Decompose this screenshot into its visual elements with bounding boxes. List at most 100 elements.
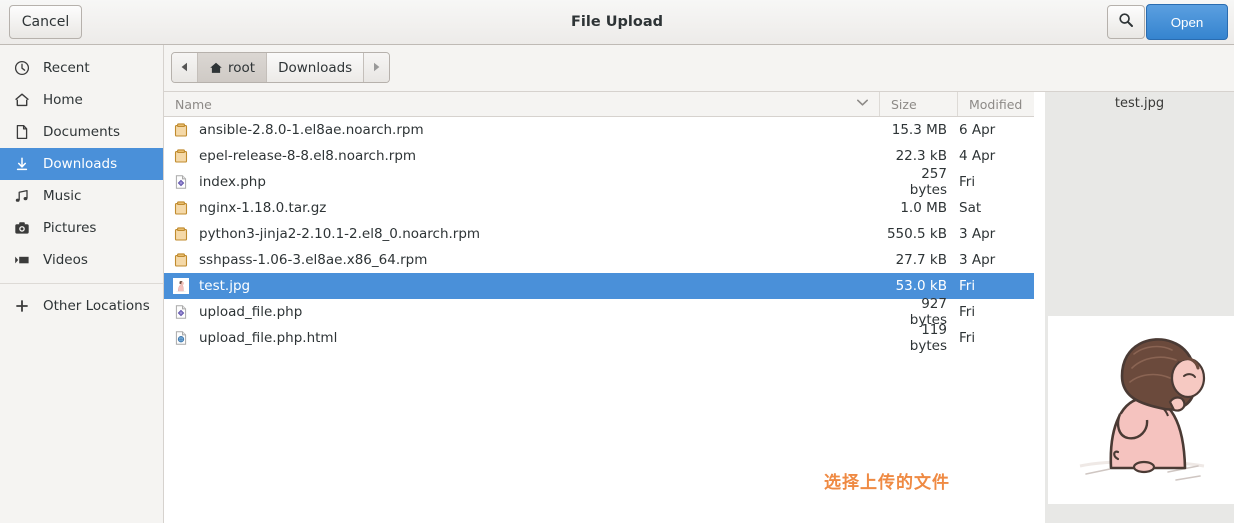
image-thumbnail-icon <box>173 278 189 294</box>
camera-icon <box>14 220 36 236</box>
package-icon <box>173 148 189 164</box>
file-modified-cell: Fri <box>959 304 976 320</box>
triangle-left-icon <box>180 60 189 76</box>
preview-filename: test.jpg <box>1114 96 1165 111</box>
column-header-name-label: Name <box>175 96 212 112</box>
breadcrumb-item-label: Downloads <box>278 59 353 76</box>
breadcrumb-item-label: root <box>228 59 256 76</box>
php-file-icon <box>173 174 189 190</box>
chevron-down-icon <box>857 99 868 109</box>
file-size-cell: 1.0 MB <box>900 200 947 216</box>
sidebar-item-downloads[interactable]: Downloads <box>0 148 163 180</box>
clock-icon <box>14 60 36 76</box>
sidebar-places-list: Recent Home Documents Downloads Music Pi… <box>0 45 163 322</box>
sidebar-item-label: Videos <box>43 252 88 268</box>
sidebar-item-music[interactable]: Music <box>0 180 163 212</box>
table-row[interactable]: upload_file.php.html 119 bytes Fri <box>164 322 1034 354</box>
package-icon <box>173 226 189 242</box>
sidebar: Recent Home Documents Downloads Music Pi… <box>0 45 164 523</box>
page-title: File Upload <box>571 14 663 30</box>
file-name-cell: sshpass-1.06-3.el8ae.x86_64.rpm <box>164 252 880 268</box>
file-name-cell: epel-release-8-8.el8.noarch.rpm <box>164 148 880 164</box>
table-row[interactable]: python3-jinja2-2.10.1-2.el8_0.noarch.rpm… <box>164 221 1034 247</box>
search-button[interactable] <box>1107 5 1145 39</box>
breadcrumb-back-button[interactable] <box>172 53 198 82</box>
sidebar-item-videos[interactable]: Videos <box>0 244 163 276</box>
file-name-label: test.jpg <box>199 278 251 294</box>
sidebar-item-label: Music <box>43 188 82 204</box>
file-name-cell: test.jpg <box>164 278 880 294</box>
column-header-modified-label: Modified <box>969 96 1023 112</box>
table-row[interactable]: ansible-2.8.0-1.el8ae.noarch.rpm 15.3 MB… <box>164 117 1034 143</box>
package-icon <box>173 252 189 268</box>
download-icon <box>14 156 36 172</box>
file-size-cell: 550.5 kB <box>886 226 947 242</box>
table-row[interactable]: nginx-1.18.0.tar.gz 1.0 MB Sat <box>164 195 1034 221</box>
file-name-label: sshpass-1.06-3.el8ae.x86_64.rpm <box>199 252 428 268</box>
sidebar-item-pictures[interactable]: Pictures <box>0 212 163 244</box>
file-name-label: epel-release-8-8.el8.noarch.rpm <box>199 148 417 164</box>
file-name-cell: upload_file.php.html <box>164 330 880 346</box>
cancel-button[interactable]: Cancel <box>9 5 82 39</box>
breadcrumb-item-downloads[interactable]: Downloads <box>267 53 365 82</box>
table-row[interactable]: sshpass-1.06-3.el8ae.x86_64.rpm 27.7 kB … <box>164 247 1034 273</box>
file-size-cell: 22.3 kB <box>895 148 947 164</box>
sidebar-item-recent[interactable]: Recent <box>0 52 163 84</box>
column-header-size[interactable]: Size <box>880 92 958 116</box>
file-name-label: nginx-1.18.0.tar.gz <box>199 200 327 216</box>
plus-icon <box>14 298 36 314</box>
home-icon <box>209 61 223 75</box>
sidebar-divider <box>0 283 163 284</box>
file-modified-cell: Fri <box>959 174 976 190</box>
document-icon <box>14 124 36 140</box>
column-header-modified[interactable]: Modified <box>958 92 1033 116</box>
home-icon <box>14 92 36 108</box>
php-file-icon <box>173 304 189 320</box>
preview-image: https://blog.csdn.net/qq_45225437 <box>1048 316 1234 504</box>
annotation-text: 选择上传的文件 <box>824 473 950 493</box>
file-size-cell: 15.3 MB <box>891 122 947 138</box>
sidebar-item-label: Recent <box>43 60 90 76</box>
file-modified-cell: 6 Apr <box>959 122 996 138</box>
triangle-right-icon <box>372 60 381 76</box>
file-modified-cell: Fri <box>959 278 976 294</box>
html-file-icon <box>173 330 189 346</box>
sidebar-item-documents[interactable]: Documents <box>0 116 163 148</box>
sidebar-item-other-locations[interactable]: Other Locations <box>0 290 163 322</box>
file-name-cell: nginx-1.18.0.tar.gz <box>164 200 880 216</box>
file-list-rows: ansible-2.8.0-1.el8ae.noarch.rpm 15.3 MB… <box>164 117 1034 354</box>
breadcrumb: root Downloads <box>171 52 391 83</box>
sidebar-item-home[interactable]: Home <box>0 84 163 116</box>
table-row[interactable]: index.php 257 bytes Fri <box>164 166 1034 198</box>
file-name-cell: upload_file.php <box>164 304 880 320</box>
file-name-label: upload_file.php <box>199 304 303 320</box>
preview-pane: test.jpg <box>1045 92 1234 523</box>
file-size-cell: 257 bytes <box>909 166 947 198</box>
breadcrumb-forward-button[interactable] <box>364 53 390 82</box>
file-size-cell: 53.0 kB <box>895 278 947 294</box>
breadcrumb-item-root[interactable]: root <box>198 53 268 82</box>
file-modified-cell: 3 Apr <box>959 226 996 242</box>
file-modified-cell: Fri <box>959 330 976 346</box>
sidebar-item-label: Home <box>43 92 83 108</box>
open-button[interactable]: Open <box>1146 4 1228 40</box>
file-modified-cell: Sat <box>959 200 982 216</box>
column-header-name[interactable]: Name <box>164 92 880 116</box>
file-name-cell: index.php <box>164 174 880 190</box>
search-icon <box>1118 12 1134 32</box>
header-bar: File Upload Cancel Open <box>0 0 1234 45</box>
video-icon <box>14 252 36 268</box>
file-size-cell: 27.7 kB <box>895 252 947 268</box>
file-modified-cell: 4 Apr <box>959 148 996 164</box>
sidebar-item-label: Pictures <box>43 220 97 236</box>
file-name-label: ansible-2.8.0-1.el8ae.noarch.rpm <box>199 122 424 138</box>
package-icon <box>173 200 189 216</box>
file-name-cell: ansible-2.8.0-1.el8ae.noarch.rpm <box>164 122 880 138</box>
file-name-cell: python3-jinja2-2.10.1-2.el8_0.noarch.rpm <box>164 226 880 242</box>
file-list-pane: Name Size Modified ansible-2.8.0-1.el8ae… <box>164 92 1034 523</box>
file-list-header: Name Size Modified <box>164 92 1034 117</box>
package-icon <box>173 122 189 138</box>
music-note-icon <box>14 188 36 204</box>
sidebar-item-label: Downloads <box>43 156 118 172</box>
file-name-label: upload_file.php.html <box>199 330 338 346</box>
